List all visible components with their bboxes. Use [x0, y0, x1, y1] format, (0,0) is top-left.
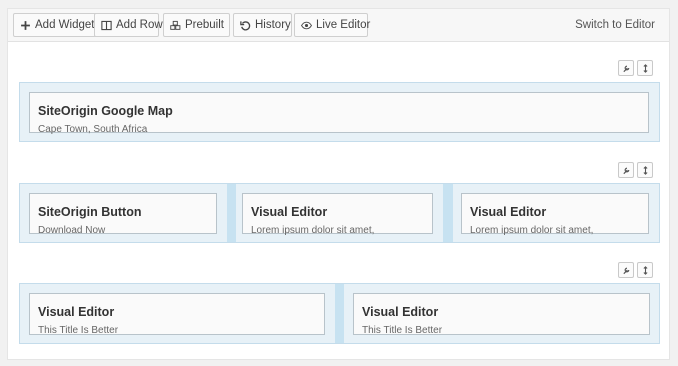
wrench-icon [622, 65, 629, 72]
widget-title: Visual Editor [470, 205, 547, 219]
widget-google-map[interactable]: SiteOrigin Google Map Cape Town, South A… [29, 92, 649, 135]
widget-description: This Title Is Better [38, 325, 119, 336]
row-2-move-button[interactable] [637, 162, 653, 178]
widget-visual-editor[interactable]: Visual Editor Lorem ipsum dolor sit amet… [242, 193, 433, 236]
history-button[interactable]: History [233, 13, 292, 37]
undo-icon [240, 20, 251, 30]
row-3-cell-2: Visual Editor This Title Is Better [344, 284, 659, 343]
row-1-move-button[interactable] [637, 60, 653, 76]
row-3-tools [618, 262, 653, 278]
row-3-move-button[interactable] [637, 262, 653, 278]
add-row-button[interactable]: Add Row [94, 13, 163, 37]
row-1: SiteOrigin Google Map Cape Town, South A… [19, 82, 660, 142]
widget-siteorigin-button[interactable]: SiteOrigin Button Download Now [29, 193, 217, 236]
move-icon [642, 63, 648, 73]
row-2: SiteOrigin Button Download Now Visual Ed… [19, 183, 660, 243]
cell-resize-handle[interactable] [335, 284, 344, 343]
eye-icon [301, 21, 312, 29]
row-3: Visual Editor This Title Is Better Visua… [19, 283, 660, 344]
widget-description: Download Now [38, 225, 106, 236]
cubes-icon [170, 20, 181, 30]
wrench-icon [622, 267, 629, 274]
row-3-cell-1: Visual Editor This Title Is Better [20, 284, 335, 343]
wrench-icon [622, 167, 629, 174]
live-editor-button[interactable]: Live Editor [294, 13, 371, 37]
row-2-cell-3: Visual Editor Lorem ipsum dolor sit amet… [453, 184, 659, 242]
widget-description: Lorem ipsum dolor sit amet, [251, 225, 375, 236]
history-label: History [255, 19, 291, 31]
prebuilt-label: Prebuilt [185, 19, 224, 31]
widget-visual-editor[interactable]: Visual Editor Lorem ipsum dolor sit amet… [461, 193, 649, 236]
widget-visual-editor[interactable]: Visual Editor This Title Is Better [353, 293, 650, 336]
widget-title: Visual Editor [251, 205, 328, 219]
widget-description: Lorem ipsum dolor sit amet, [470, 225, 594, 236]
widget-visual-editor[interactable]: Visual Editor This Title Is Better [29, 293, 325, 336]
cell-resize-handle[interactable] [443, 184, 453, 242]
row-2-cell-2: Visual Editor Lorem ipsum dolor sit amet… [236, 184, 443, 242]
page-builder-panel: Add Widget Add Row Prebuilt History Live… [7, 8, 670, 360]
columns-icon [101, 20, 112, 30]
row-1-tools [618, 60, 653, 76]
row-2-cell-1: SiteOrigin Button Download Now [20, 184, 227, 242]
move-icon [642, 265, 648, 275]
add-row-label: Add Row [116, 19, 163, 31]
add-widget-button[interactable]: Add Widget [13, 13, 98, 37]
switch-to-editor-link[interactable]: Switch to Editor [575, 19, 655, 31]
row-1-edit-button[interactable] [618, 60, 634, 76]
row-2-tools [618, 162, 653, 178]
widget-title: Visual Editor [38, 305, 115, 319]
row-1-cell: SiteOrigin Google Map Cape Town, South A… [20, 83, 659, 141]
cell-resize-handle[interactable] [227, 184, 236, 242]
widget-description: This Title Is Better [362, 325, 443, 336]
widget-description: Cape Town, South Africa [38, 124, 148, 135]
prebuilt-button[interactable]: Prebuilt [163, 13, 230, 37]
widget-title: SiteOrigin Button [38, 205, 142, 219]
plus-icon [21, 20, 30, 30]
row-3-edit-button[interactable] [618, 262, 634, 278]
row-2-edit-button[interactable] [618, 162, 634, 178]
widget-title: SiteOrigin Google Map [38, 104, 173, 118]
move-icon [642, 165, 648, 175]
builder-toolbar: Add Widget Add Row Prebuilt History Live… [8, 9, 669, 42]
live-editor-label: Live Editor [316, 19, 371, 31]
add-widget-label: Add Widget [35, 19, 95, 31]
widget-title: Visual Editor [362, 305, 439, 319]
